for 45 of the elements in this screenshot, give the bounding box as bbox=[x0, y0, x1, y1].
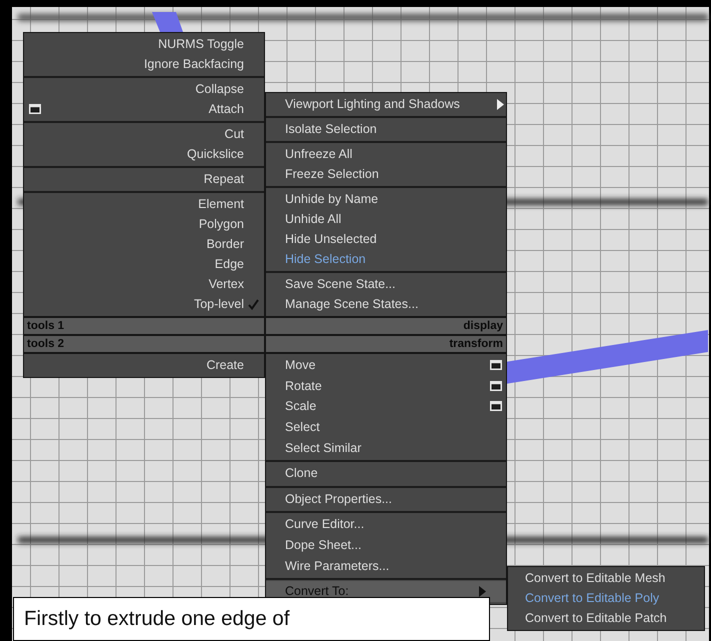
menu-item[interactable]: Cut bbox=[24, 124, 264, 144]
options-box-icon[interactable] bbox=[29, 104, 41, 114]
quad-title: tools 1 bbox=[23, 317, 265, 335]
menu-item[interactable]: Select bbox=[266, 416, 506, 438]
menu-item[interactable]: Freeze Selection bbox=[266, 164, 506, 184]
menu-item[interactable]: Scale bbox=[266, 396, 506, 417]
menu-item[interactable]: Collapse bbox=[24, 79, 264, 99]
menu-item[interactable]: Rotate bbox=[266, 376, 506, 396]
menu-item[interactable]: Clone bbox=[266, 462, 506, 484]
options-box-icon[interactable] bbox=[490, 401, 502, 412]
menu-item[interactable]: Save Scene State... bbox=[266, 274, 506, 294]
quad-title: tools 2 bbox=[23, 335, 265, 353]
menu-item[interactable]: Repeat bbox=[24, 169, 264, 189]
menu-item[interactable]: Manage Scene States... bbox=[266, 294, 506, 314]
menu-item[interactable]: NURMS Toggle bbox=[24, 34, 264, 54]
quad-title: display bbox=[265, 317, 507, 335]
menu-item[interactable]: Wire Parameters... bbox=[266, 555, 506, 576]
menu-item[interactable]: Polygon bbox=[24, 214, 264, 234]
menu-item[interactable]: Edge bbox=[24, 254, 264, 274]
menu-item[interactable]: Object Properties... bbox=[266, 488, 506, 510]
menu-item[interactable]: Element bbox=[24, 194, 264, 214]
submenu-arrow-icon bbox=[497, 99, 504, 110]
caption-text: Firstly to extrude one edge of bbox=[23, 606, 290, 631]
menu-item[interactable]: Move bbox=[266, 355, 506, 376]
menu-item[interactable]: Hide Unselected bbox=[266, 229, 506, 249]
options-box-icon[interactable] bbox=[490, 360, 502, 370]
menu-item[interactable]: Quickslice bbox=[24, 144, 264, 164]
menu-item[interactable]: Border bbox=[24, 234, 264, 254]
menu-item[interactable]: Ignore Backfacing bbox=[24, 54, 264, 74]
menu-item[interactable]: Attach bbox=[24, 99, 264, 119]
submenu-arrow-icon bbox=[479, 586, 486, 597]
menu-item[interactable]: Convert to Editable Patch bbox=[508, 608, 704, 628]
menu-item[interactable]: Vertex bbox=[24, 274, 264, 294]
menu-item[interactable]: Dope Sheet... bbox=[266, 534, 506, 556]
menu-item[interactable]: Unhide by Name bbox=[266, 189, 506, 209]
menu-item[interactable]: Top-level bbox=[24, 294, 264, 314]
menu-item[interactable]: Convert to Editable Mesh bbox=[508, 568, 704, 588]
menu-item[interactable]: Select Similar bbox=[266, 437, 506, 458]
menu-item[interactable]: Curve Editor... bbox=[266, 514, 506, 535]
menu-item[interactable]: Isolate Selection bbox=[266, 119, 506, 139]
quad-title: transform bbox=[265, 335, 507, 353]
menu-item[interactable]: Unfreeze All bbox=[266, 144, 506, 164]
options-box-icon[interactable] bbox=[490, 380, 502, 391]
menu-item[interactable]: Viewport Lighting and Shadows bbox=[266, 94, 506, 114]
menu-item[interactable]: Unhide All bbox=[266, 209, 506, 229]
